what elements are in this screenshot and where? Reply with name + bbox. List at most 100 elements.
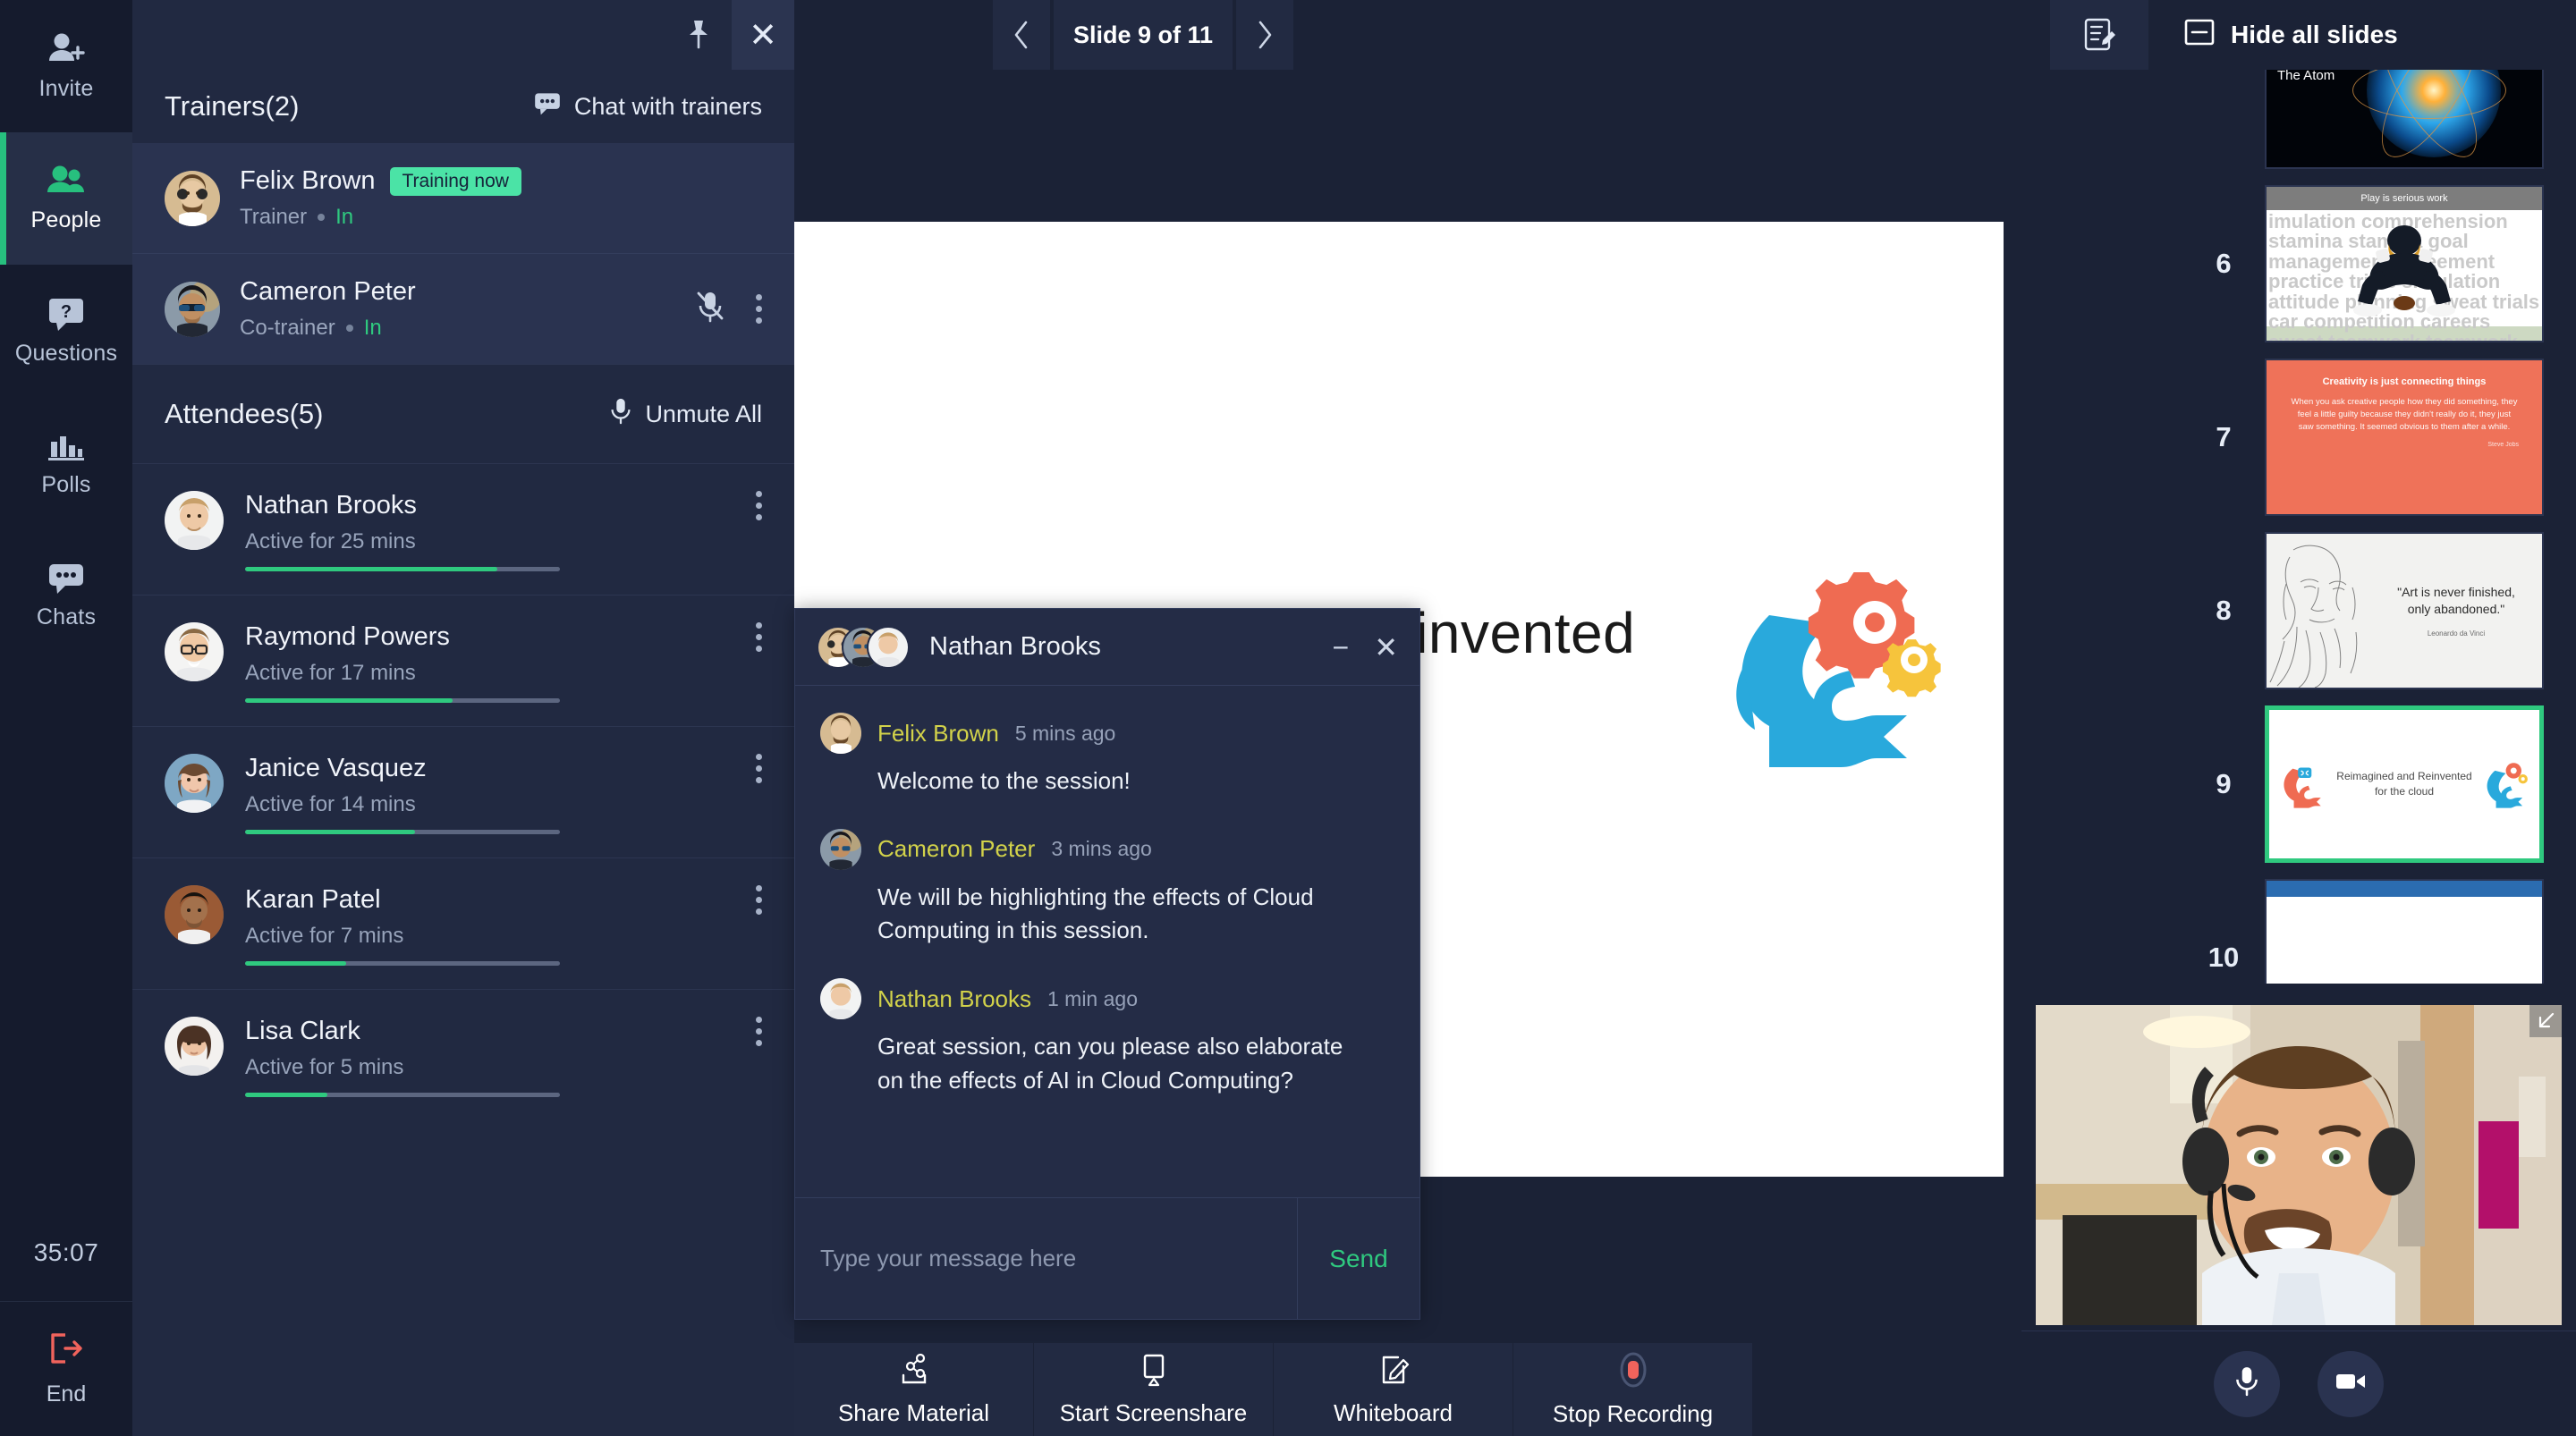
close-icon[interactable]: ✕ [732, 0, 794, 70]
whiteboard-button[interactable]: Whiteboard [1274, 1343, 1513, 1436]
start-screenshare-button[interactable]: Start Screenshare [1034, 1343, 1274, 1436]
avatar [867, 625, 910, 669]
attendee-active-time: Active for 5 mins [245, 1055, 404, 1079]
message-input[interactable]: Type your message here [795, 1198, 1298, 1319]
video-feed[interactable] [2036, 1005, 2562, 1325]
thumbnail-row[interactable]: 9 Reimagined and Reinvented for the cloud [2182, 697, 2576, 871]
hide-all-slides-label: Hide all slides [2231, 21, 2398, 48]
trainer-name-row: Felix Brown Training now [240, 166, 762, 196]
thumbnail-row[interactable]: 6 Play is serious work imulation compreh… [2182, 177, 2576, 351]
pin-icon[interactable] [667, 0, 730, 70]
slide-thumbnail[interactable]: Creativity is just connecting things Whe… [2265, 359, 2544, 516]
attendee-progress-bar [245, 567, 560, 571]
microphone-toggle-button[interactable] [2214, 1350, 2280, 1417]
attendee-row[interactable]: Raymond Powers Active for 17 mins [132, 595, 794, 726]
end-session-button[interactable]: End [0, 1302, 132, 1436]
attendee-info: Raymond Powers Active for 17 mins [245, 622, 756, 703]
thumbnail-row[interactable]: 8 "Art is never finished, only abandoned… [2182, 524, 2576, 697]
trainer-info: Felix Brown Training now Trainer In [240, 166, 762, 230]
share-material-button[interactable]: Share Material [794, 1343, 1034, 1436]
session-timer: 35:07 [0, 1204, 132, 1302]
chat-message: Felix Brown 5 mins ago Welcome to the se… [820, 713, 1394, 798]
chat-with-trainers-button[interactable]: Chat with trainers [533, 91, 762, 122]
avatar [165, 281, 220, 337]
bar-chart-icon [47, 429, 86, 463]
thumbnail-row[interactable]: Amazing Discovery The Secrets OfThe Atom [2182, 70, 2576, 177]
rail-item-questions[interactable]: ? Questions [0, 265, 132, 397]
trainer-name: Felix Brown [240, 166, 376, 195]
chat-message-header: Cameron Peter 3 mins ago [820, 828, 1394, 870]
rail-item-invite[interactable]: Invite [0, 0, 132, 132]
avatar [820, 828, 861, 870]
trainer-row[interactable]: Cameron Peter Co-trainer In [132, 253, 794, 364]
attendee-info: Lisa Clark Active for 5 mins [245, 1017, 756, 1097]
hide-all-slides-button[interactable]: Hide all slides [2148, 0, 2576, 70]
trainers-title: Trainers(2) [165, 90, 300, 122]
chat-message-author: Cameron Peter [877, 835, 1036, 863]
attendee-active-time: Active for 25 mins [245, 529, 416, 553]
avatar [820, 978, 861, 1020]
chevron-right-icon[interactable] [1236, 0, 1294, 70]
chat-message-header: Nathan Brooks 1 min ago [820, 978, 1394, 1020]
toolbar-filler [1753, 1343, 2012, 1436]
play-slide-header: Play is serious work [2267, 187, 2542, 210]
attendee-info: Nathan Brooks Active for 25 mins [245, 491, 756, 571]
attendee-active-time: Active for 7 mins [245, 924, 404, 948]
more-options-button[interactable] [756, 885, 762, 915]
stop-recording-button[interactable]: Stop Recording [1513, 1343, 1753, 1436]
video-feed-image [2036, 1005, 2562, 1325]
self-video-panel [2021, 984, 2576, 1436]
trainer-row[interactable]: Felix Brown Training now Trainer In [132, 143, 794, 253]
slide-thumbnail[interactable]: "Art is never finished, only abandoned." … [2265, 532, 2544, 689]
more-options-button[interactable] [756, 754, 762, 783]
rail-item-polls[interactable]: Polls [0, 397, 132, 529]
attendee-row[interactable]: Nathan Brooks Active for 25 mins [132, 463, 794, 595]
chat-popup: Nathan Brooks − ✕ Felix Brown 5 mins ago… [794, 608, 1420, 1320]
avatar [820, 713, 861, 754]
chevron-left-icon[interactable] [993, 0, 1050, 70]
more-options-button[interactable] [756, 294, 762, 324]
send-button[interactable]: Send [1298, 1198, 1419, 1319]
rail-item-people[interactable]: People [0, 132, 132, 265]
chat-bubble-icon [533, 91, 562, 122]
microphone-muted-icon[interactable] [695, 290, 725, 328]
attendee-name: Raymond Powers [245, 622, 450, 651]
thumbnail-row[interactable]: 7 Creativity is just connecting things W… [2182, 351, 2576, 524]
slide-thumbnail[interactable]: Play is serious work imulation comprehen… [2265, 185, 2544, 342]
expand-arrow-icon[interactable] [2529, 1005, 2562, 1037]
trainers-header: Trainers(2) Chat with trainers [132, 70, 794, 143]
attendee-progress-bar [245, 698, 560, 703]
avatar [165, 491, 224, 550]
notes-edit-icon[interactable] [2050, 0, 2148, 70]
attendee-name: Karan Patel [245, 885, 381, 914]
camera-toggle-button[interactable] [2318, 1350, 2384, 1417]
svg-text:?: ? [61, 302, 72, 322]
participant-avatar-stack [817, 625, 910, 669]
attendees-title: Attendees(5) [165, 398, 324, 429]
unmute-all-button[interactable]: Unmute All [609, 397, 762, 432]
thumbnail-number: 6 [2216, 248, 2232, 279]
chat-bubble-icon [47, 562, 86, 596]
stop-recording-icon [1614, 1351, 1653, 1393]
attendee-row[interactable]: Karan Patel Active for 7 mins [132, 857, 794, 989]
head-gears-icon [1689, 562, 1975, 830]
more-options-button[interactable] [756, 622, 762, 652]
chat-message: Cameron Peter 3 mins ago We will be high… [820, 828, 1394, 948]
rail-item-chats[interactable]: Chats [0, 529, 132, 662]
slide-thumbnail[interactable]: Amazing Discovery The Secrets OfThe Atom [2265, 70, 2544, 169]
more-options-button[interactable] [756, 1017, 762, 1046]
attendee-row[interactable]: Lisa Clark Active for 5 mins [132, 989, 794, 1120]
more-options-button[interactable] [756, 491, 762, 520]
slide-thumbnail-active[interactable]: Reimagined and Reinvented for the cloud [2265, 705, 2544, 863]
play-slide-art: Play is serious work imulation comprehen… [2267, 187, 2542, 341]
atom-slide-art: Amazing Discovery The Secrets OfThe Atom [2267, 70, 2542, 167]
atom-slide-text: Amazing Discovery The Secrets OfThe Atom [2277, 70, 2368, 85]
share-material-icon [896, 1352, 932, 1392]
top-bar: Slide 9 of 11 Hide all slides [794, 0, 2576, 70]
slide-counter: Slide 9 of 11 [1054, 0, 1233, 70]
close-icon[interactable]: ✕ [1374, 633, 1398, 662]
creativity-slide-art: Creativity is just connecting things Whe… [2267, 360, 2542, 514]
attendee-row[interactable]: Janice Vasquez Active for 14 mins [132, 726, 794, 857]
minimize-icon[interactable]: − [1333, 633, 1350, 662]
start-screenshare-label: Start Screenshare [1059, 1399, 1248, 1426]
